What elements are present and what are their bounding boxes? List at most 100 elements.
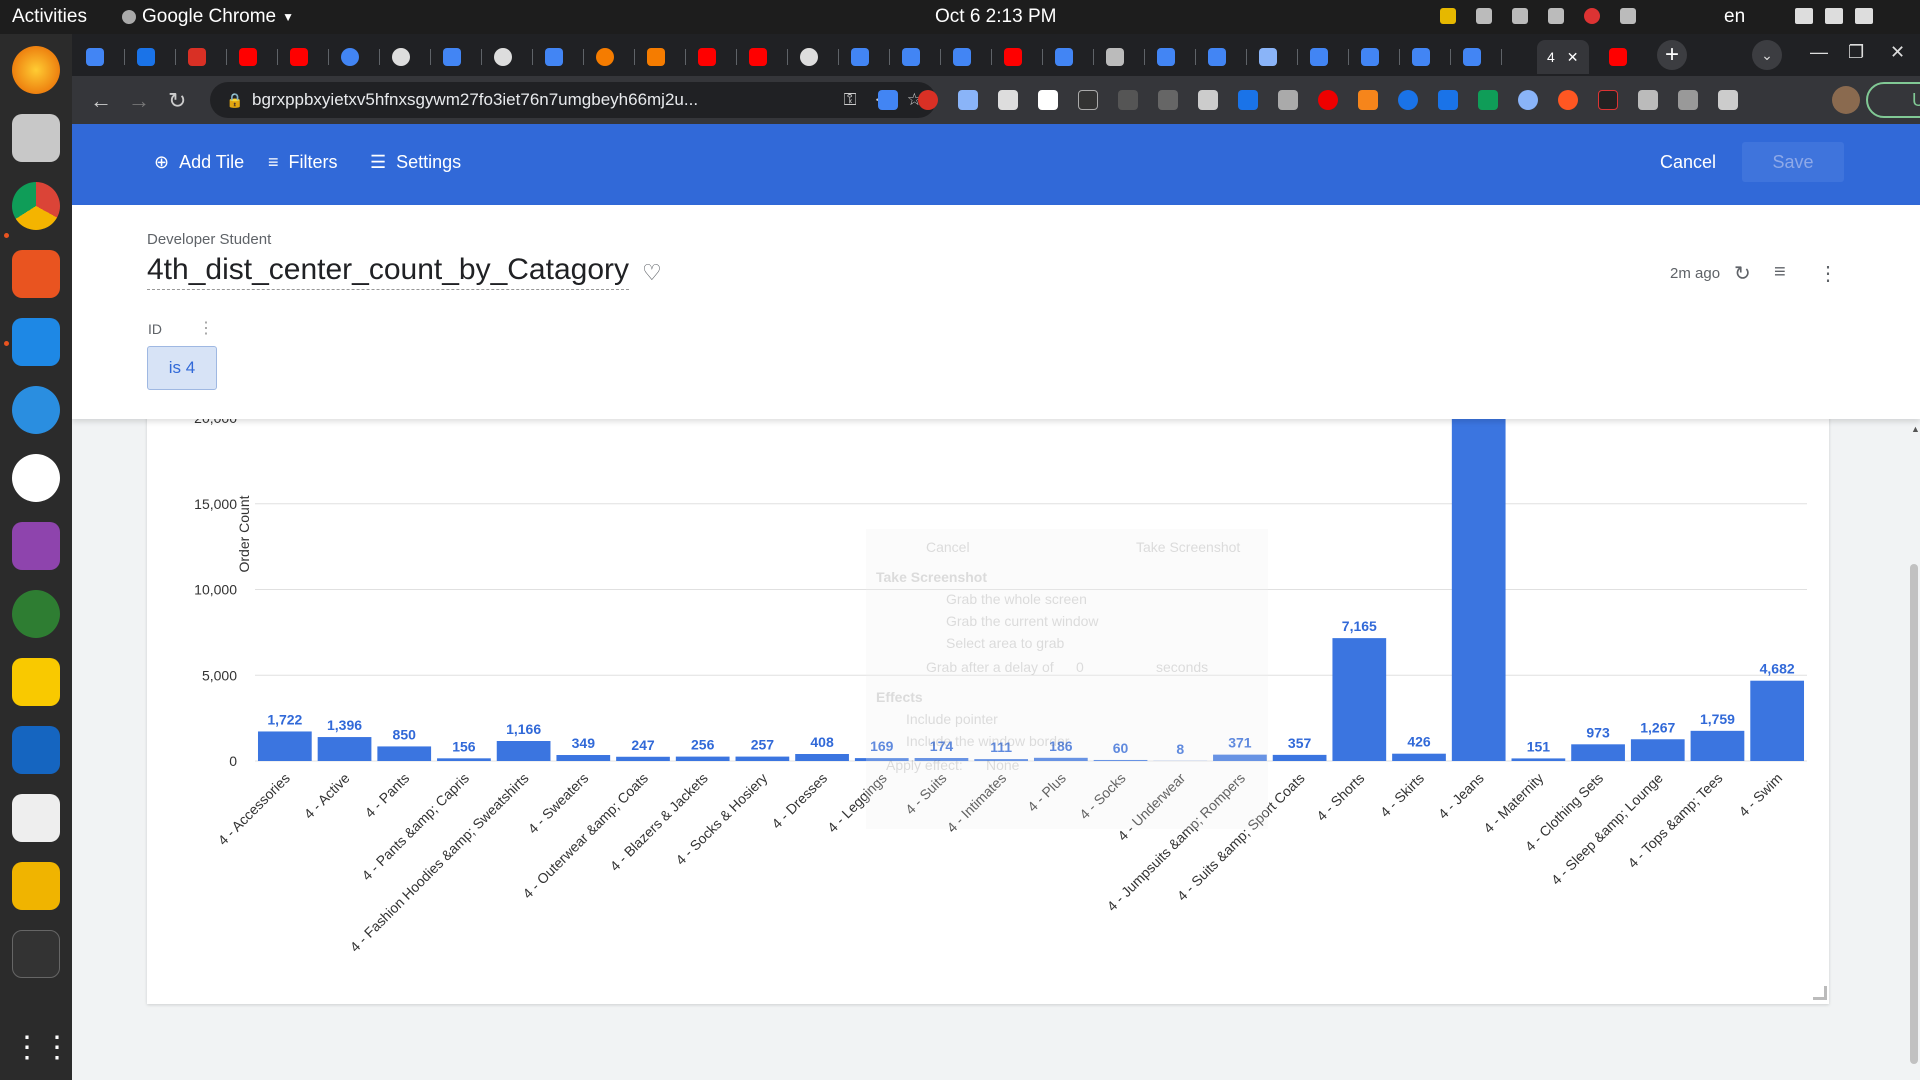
tab[interactable] <box>433 40 482 74</box>
address-bar[interactable]: 🔒 bgrxppbxyietxv5hfnxsgywm27fo3iet76n7um… <box>210 82 936 118</box>
tab[interactable] <box>1453 40 1502 74</box>
opera-extension-icon[interactable] <box>1318 90 1338 110</box>
extension-icon[interactable] <box>1118 90 1138 110</box>
extension-icon[interactable] <box>1398 90 1418 110</box>
bar[interactable] <box>437 758 491 761</box>
extension-icon[interactable] <box>1078 90 1098 110</box>
bar[interactable] <box>496 741 551 761</box>
bar[interactable] <box>1272 754 1327 761</box>
extension-icon[interactable] <box>1198 90 1218 110</box>
tab[interactable] <box>331 40 380 74</box>
extension-icon[interactable] <box>1518 90 1538 110</box>
translate-extension-icon[interactable] <box>878 90 898 110</box>
bar[interactable] <box>1690 730 1745 761</box>
bar[interactable] <box>1392 753 1446 761</box>
tab[interactable] <box>586 40 635 74</box>
slack-tray-icon[interactable] <box>1476 8 1492 24</box>
clock[interactable]: Oct 6 2:13 PM <box>935 6 1056 28</box>
refresh-icon[interactable]: ↻ <box>1734 261 1751 286</box>
reading-list-icon[interactable] <box>1678 90 1698 110</box>
lock-icon[interactable]: 🔒 <box>226 82 243 118</box>
tab[interactable] <box>892 40 941 74</box>
forward-icon[interactable]: → <box>128 88 150 114</box>
bar[interactable] <box>1571 744 1625 761</box>
filter-toggle-icon[interactable]: ≡ <box>1774 261 1786 284</box>
extension-icon[interactable] <box>1438 90 1458 110</box>
app-tray-icon[interactable] <box>1548 8 1564 24</box>
bar[interactable] <box>1332 638 1387 761</box>
activities-button[interactable]: Activities <box>12 6 87 28</box>
dashboard-title[interactable]: 4th_dist_center_count_by_Catagory <box>147 253 629 290</box>
tab[interactable] <box>739 40 788 74</box>
tab[interactable] <box>1096 40 1145 74</box>
add-tile-button[interactable]: ⊕ Add Tile <box>154 152 244 173</box>
accessibility-icon[interactable] <box>1620 8 1636 24</box>
settings-button[interactable]: ☰ Settings <box>370 152 461 173</box>
bar[interactable] <box>1511 758 1566 761</box>
extension-icon[interactable] <box>1038 90 1058 110</box>
tab[interactable] <box>1351 40 1400 74</box>
profile-avatar[interactable] <box>1832 86 1860 114</box>
chrome-icon[interactable] <box>12 182 60 230</box>
software-center-icon[interactable] <box>12 250 60 298</box>
side-panel-icon[interactable] <box>1718 90 1738 110</box>
bar[interactable] <box>556 755 611 761</box>
tab[interactable] <box>127 40 176 74</box>
system-menu[interactable] <box>1795 8 1873 24</box>
bar[interactable] <box>795 754 849 761</box>
folder-breadcrumb[interactable]: Developer Student <box>147 231 271 248</box>
vscode-icon[interactable] <box>12 318 60 366</box>
notes-icon[interactable] <box>12 658 60 706</box>
update-button[interactable]: Update ⋮ <box>1832 82 1920 118</box>
download-extension-icon[interactable] <box>1238 90 1258 110</box>
bar[interactable] <box>377 746 432 761</box>
cancel-button[interactable]: Cancel <box>1660 152 1716 173</box>
tab[interactable] <box>841 40 890 74</box>
key-icon[interactable]: ⚿ <box>844 82 857 118</box>
page-scrollbar[interactable] <box>1908 419 1920 1080</box>
app-menu[interactable]: Google Chrome ▼ <box>122 6 294 28</box>
basket-icon[interactable] <box>12 862 60 910</box>
tab[interactable] <box>535 40 584 74</box>
close-window-icon[interactable]: ✕ <box>1890 42 1905 63</box>
bar[interactable] <box>1750 680 1805 761</box>
extension-icon[interactable] <box>998 90 1018 110</box>
language-indicator[interactable]: en <box>1724 6 1745 28</box>
tab[interactable] <box>637 40 686 74</box>
remote-desktop-icon[interactable] <box>12 386 60 434</box>
bar[interactable] <box>675 756 730 761</box>
filter-more-icon[interactable]: ⋮ <box>198 318 214 338</box>
more-vert-icon[interactable]: ⋮ <box>1818 261 1838 286</box>
tab[interactable] <box>280 40 329 74</box>
tab[interactable] <box>790 40 839 74</box>
metamask-extension-icon[interactable] <box>1358 90 1378 110</box>
tab[interactable] <box>484 40 533 74</box>
scrollbar-thumb[interactable] <box>1910 564 1918 1064</box>
tab[interactable] <box>688 40 737 74</box>
bar[interactable] <box>735 756 790 761</box>
tab[interactable] <box>382 40 431 74</box>
filters-button[interactable]: ≡ Filters <box>268 152 338 173</box>
bar[interactable] <box>1451 400 1506 761</box>
files-icon[interactable] <box>12 114 60 162</box>
adblock-extension-icon[interactable] <box>918 90 938 110</box>
puzzle-extensions-icon[interactable] <box>1638 90 1658 110</box>
document-viewer-icon[interactable] <box>12 726 60 774</box>
camera-icon[interactable] <box>12 590 60 638</box>
gimp-icon[interactable] <box>12 794 60 842</box>
firefox-icon[interactable] <box>12 46 60 94</box>
media-player-icon[interactable] <box>12 522 60 570</box>
notes-tray-icon[interactable] <box>1440 8 1456 24</box>
bar[interactable] <box>616 756 670 761</box>
tab[interactable] <box>229 40 278 74</box>
bar[interactable] <box>1630 739 1685 761</box>
filter-id-chip[interactable]: is 4 <box>147 346 217 390</box>
sync-tray-icon[interactable] <box>1512 8 1528 24</box>
save-button[interactable]: Save <box>1742 142 1844 182</box>
tab[interactable] <box>178 40 227 74</box>
minimize-icon[interactable]: — <box>1810 42 1828 63</box>
tab[interactable] <box>1249 40 1298 74</box>
tab[interactable] <box>76 40 125 74</box>
favorite-heart-icon[interactable]: ♡ <box>642 260 662 286</box>
bar[interactable] <box>317 737 372 761</box>
